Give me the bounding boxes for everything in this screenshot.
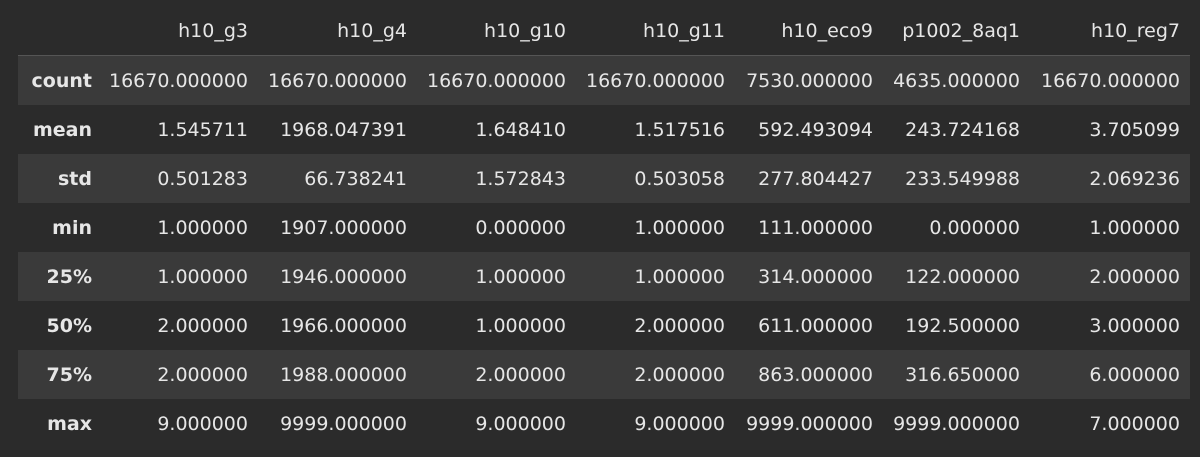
table-cell: 7.000000 [1089, 412, 1180, 435]
table-cell: 1.648410 [475, 118, 566, 141]
table-row: mean 1.545711 1968.047391 1.648410 1.517… [18, 105, 1190, 154]
table-cell: 4635.000000 [893, 69, 1020, 92]
table-cell: 0.000000 [929, 216, 1020, 239]
table-cell: 592.493094 [758, 118, 873, 141]
table-row: 75% 2.000000 1988.000000 2.000000 2.0000… [18, 350, 1190, 399]
table-cell: 16670.000000 [1040, 69, 1180, 92]
table-cell: 863.000000 [758, 363, 873, 386]
table-header: h10_g3 h10_g4 h10_g10 h10_g11 h10_eco9 p… [18, 6, 1190, 56]
row-label: std [58, 167, 92, 190]
table-cell: 16670.000000 [267, 69, 407, 92]
table-cell: 9999.000000 [893, 412, 1020, 435]
table-cell: 1.000000 [475, 314, 566, 337]
table-cell: 9999.000000 [280, 412, 407, 435]
table-cell: 1.000000 [475, 265, 566, 288]
column-header: p1002_8aq1 [883, 6, 1030, 56]
table-cell: 1968.047391 [280, 118, 407, 141]
table-cell: 9999.000000 [746, 412, 873, 435]
column-header: h10_g10 [417, 6, 576, 56]
row-label: mean [32, 118, 92, 141]
table-cell: 3.000000 [1089, 314, 1180, 337]
table-cell: 1.000000 [634, 265, 725, 288]
table-cell: 16670.000000 [585, 69, 725, 92]
column-header: h10_g3 [102, 6, 258, 56]
table-cell: 1946.000000 [280, 265, 407, 288]
table-row: count 16670.000000 16670.000000 16670.00… [18, 55, 1190, 105]
table-cell: 9.000000 [157, 412, 248, 435]
row-label: 25% [46, 265, 92, 288]
table-cell: 9.000000 [475, 412, 566, 435]
table-row: std 0.501283 66.738241 1.572843 0.503058… [18, 154, 1190, 203]
table-cell: 1.572843 [475, 167, 566, 190]
table-cell: 1988.000000 [280, 363, 407, 386]
index-header [18, 6, 102, 56]
row-label: max [47, 412, 92, 435]
table-cell: 7530.000000 [746, 69, 873, 92]
table-cell: 1966.000000 [280, 314, 407, 337]
table-cell: 2.000000 [634, 363, 725, 386]
column-header: h10_g4 [258, 6, 417, 56]
table-cell: 1.000000 [157, 216, 248, 239]
table-cell: 316.650000 [905, 363, 1020, 386]
table-cell: 16670.000000 [426, 69, 566, 92]
header-row: h10_g3 h10_g4 h10_g10 h10_g11 h10_eco9 p… [18, 6, 1190, 56]
table-cell: 16670.000000 [108, 69, 248, 92]
table-cell: 1.517516 [634, 118, 725, 141]
column-header: h10_g11 [576, 6, 735, 56]
table-cell: 192.500000 [905, 314, 1020, 337]
table-cell: 1.000000 [157, 265, 248, 288]
table-cell: 243.724168 [905, 118, 1020, 141]
table-row: max 9.000000 9999.000000 9.000000 9.0000… [18, 399, 1190, 448]
table-cell: 0.503058 [634, 167, 725, 190]
table-cell: 1.000000 [634, 216, 725, 239]
table-cell: 1.545711 [157, 118, 248, 141]
table-cell: 611.000000 [758, 314, 873, 337]
table-cell: 2.000000 [157, 363, 248, 386]
table-cell: 3.705099 [1089, 118, 1180, 141]
column-header: h10_reg7 [1030, 6, 1190, 56]
table-cell: 1907.000000 [280, 216, 407, 239]
table-cell: 1.000000 [1089, 216, 1180, 239]
table-cell: 314.000000 [758, 265, 873, 288]
table-cell: 277.804427 [758, 167, 873, 190]
describe-table: h10_g3 h10_g4 h10_g10 h10_g11 h10_eco9 p… [18, 6, 1190, 448]
table-cell: 0.501283 [157, 167, 248, 190]
column-header: h10_eco9 [735, 6, 883, 56]
table-cell: 2.000000 [634, 314, 725, 337]
row-label: 75% [46, 363, 92, 386]
table-cell: 2.000000 [1089, 265, 1180, 288]
table-body: count 16670.000000 16670.000000 16670.00… [18, 55, 1190, 448]
table-row: min 1.000000 1907.000000 0.000000 1.0000… [18, 203, 1190, 252]
table-cell: 122.000000 [905, 265, 1020, 288]
dataframe-output: h10_g3 h10_g4 h10_g10 h10_g11 h10_eco9 p… [0, 0, 1200, 457]
table-row: 50% 2.000000 1966.000000 1.000000 2.0000… [18, 301, 1190, 350]
table-cell: 0.000000 [475, 216, 566, 239]
table-cell: 2.069236 [1089, 167, 1180, 190]
table-cell: 2.000000 [157, 314, 248, 337]
table-cell: 111.000000 [758, 216, 873, 239]
table-cell: 233.549988 [905, 167, 1020, 190]
table-row: 25% 1.000000 1946.000000 1.000000 1.0000… [18, 252, 1190, 301]
table-cell: 2.000000 [475, 363, 566, 386]
row-label: min [52, 216, 92, 239]
row-label: 50% [46, 314, 92, 337]
table-cell: 9.000000 [634, 412, 725, 435]
row-label: count [31, 69, 92, 92]
table-cell: 66.738241 [304, 167, 407, 190]
table-cell: 6.000000 [1089, 363, 1180, 386]
